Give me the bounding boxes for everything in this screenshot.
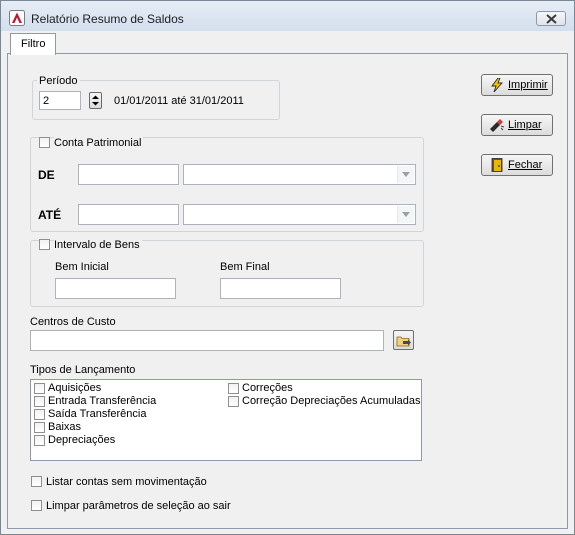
de-account-select[interactable] — [183, 164, 416, 185]
chk-aquisicoes[interactable] — [34, 383, 45, 394]
chk-entrada-transferencia[interactable] — [34, 396, 45, 407]
bem-final-label: Bem Final — [220, 261, 270, 273]
bem-inicial-input[interactable] — [55, 278, 176, 299]
limpar-parametros-label: Limpar parâmetros de seleção ao sair — [46, 500, 231, 512]
limpar-label: Limpar — [508, 119, 542, 131]
title-bar: Relatório Resumo de Saldos — [1, 1, 574, 31]
conta-patrimonial-label: Conta Patrimonial — [54, 137, 144, 149]
list-item: Saída Transferência — [48, 408, 147, 420]
limpar-parametros-checkbox[interactable] — [31, 500, 42, 511]
list-item: Aquisições — [48, 382, 102, 394]
lightning-icon — [491, 78, 504, 92]
chevron-down-icon — [402, 172, 410, 177]
chk-depreciacoes[interactable] — [34, 435, 45, 446]
periodo-label: Período — [37, 75, 80, 87]
exit-door-icon — [491, 158, 503, 172]
periodo-input[interactable]: 2 — [39, 91, 81, 110]
tipos-lancamento-list: Aquisições Entrada Transferência Saída T… — [30, 379, 422, 461]
filter-panel: Período 2 01/01/2011 até 31/01/2011 Cont… — [7, 53, 568, 529]
tab-strip: Filtro — [1, 31, 574, 55]
intervalo-bens-label: Intervalo de Bens — [54, 239, 142, 251]
list-item: Entrada Transferência — [48, 395, 157, 407]
tipos-lancamento-label: Tipos de Lançamento — [30, 364, 136, 376]
centros-custo-input[interactable] — [30, 330, 384, 351]
report-window: Relatório Resumo de Saldos Filtro Períod… — [0, 0, 575, 535]
chk-correcoes[interactable] — [228, 383, 239, 394]
bem-final-input[interactable] — [220, 278, 341, 299]
eraser-icon — [490, 119, 505, 132]
limpar-button[interactable]: Limpar — [481, 114, 553, 136]
list-item: Correções — [242, 382, 293, 394]
imprimir-button[interactable]: Imprimir — [481, 74, 553, 96]
window-title: Relatório Resumo de Saldos — [31, 12, 184, 26]
list-item: Correção Depreciações Acumuladas — [242, 395, 421, 407]
intervalo-bens-checkbox[interactable] — [39, 239, 50, 250]
ate-account-select[interactable] — [183, 204, 416, 225]
fechar-button[interactable]: Fechar — [481, 154, 553, 176]
folder-lookup-icon — [396, 336, 411, 347]
fechar-label: Fechar — [508, 159, 543, 171]
listar-contas-checkbox[interactable] — [31, 476, 42, 487]
chevron-down-icon — [402, 212, 410, 217]
periodo-range-text: 01/01/2011 até 31/01/2011 — [114, 95, 244, 107]
close-button[interactable] — [536, 11, 566, 26]
bem-inicial-label: Bem Inicial — [55, 261, 109, 273]
de-code-input[interactable] — [78, 164, 179, 185]
chk-correcao-depreciacoes[interactable] — [228, 396, 239, 407]
spin-arrows-icon — [92, 95, 99, 106]
tab-filtro[interactable]: Filtro — [10, 33, 57, 55]
list-item: Baixas — [48, 421, 82, 433]
close-icon — [546, 14, 557, 24]
list-item: Depreciações — [48, 434, 116, 446]
periodo-value: 2 — [43, 95, 50, 107]
centros-custo-label: Centros de Custo — [30, 316, 116, 328]
conta-patrimonial-checkbox[interactable] — [39, 137, 50, 148]
imprimir-label: Imprimir — [508, 79, 548, 91]
chk-saida-transferencia[interactable] — [34, 409, 45, 420]
ate-label: ATÉ — [38, 208, 62, 222]
periodo-spinner[interactable] — [89, 92, 102, 109]
de-label: DE — [38, 168, 55, 182]
listar-contas-label: Listar contas sem movimentação — [46, 476, 207, 488]
app-logo-icon — [9, 10, 25, 26]
ate-code-input[interactable] — [78, 204, 179, 225]
chk-baixas[interactable] — [34, 422, 45, 433]
centros-custo-lookup-button[interactable] — [393, 330, 414, 350]
